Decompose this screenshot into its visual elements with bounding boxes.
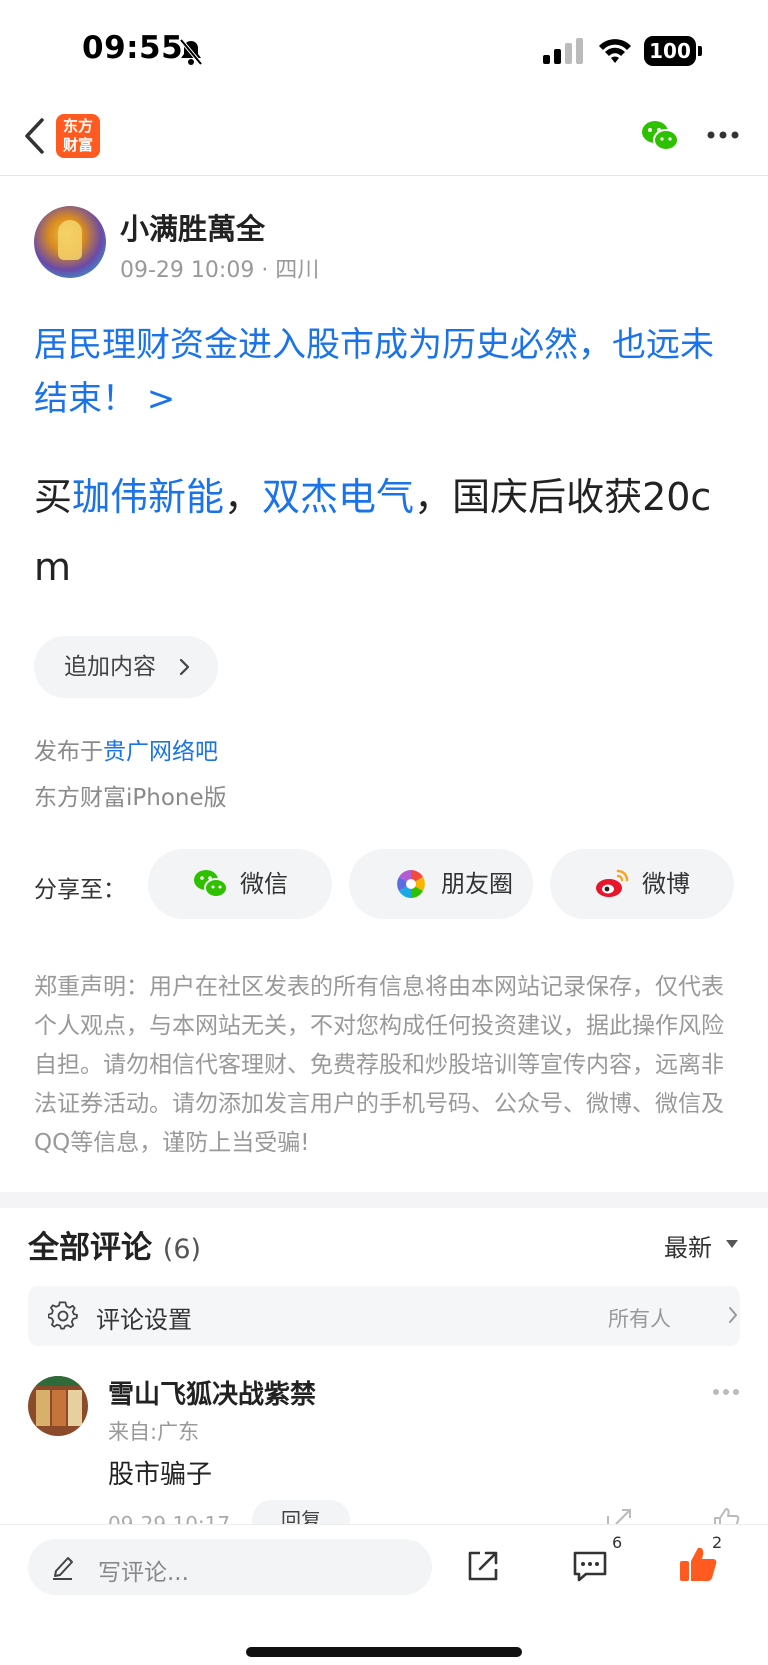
comment-more-icon[interactable] [712,1388,740,1396]
share-label: 分享至： [34,877,126,903]
author-name[interactable]: 小满胜萬全 [120,206,265,248]
moments-icon [397,870,425,898]
share-moments-button[interactable]: 朋友圈 [349,849,533,919]
comment-count-badge: 6 [612,1533,623,1552]
share-icon[interactable] [466,1549,500,1583]
share-wechat-button[interactable]: 微信 [148,849,332,919]
home-indicator[interactable] [246,1647,522,1657]
stock-link-1[interactable]: 珈伟新能 [72,475,224,519]
share-weibo-label: 微博 [642,870,690,898]
post-body-prefix: 买 [34,475,73,519]
wechat-icon [194,870,228,898]
write-comment-placeholder: 写评论... [98,1560,189,1586]
bottom-bar: 写评论... 6 2 [0,1524,768,1665]
comment-text: 股市骗子 [108,1460,213,1490]
comments-count: (6) [162,1234,202,1265]
comment-icon[interactable] [572,1549,608,1583]
commenter-location: 来自:广东 [108,1420,200,1444]
status-bar: 09:55 100 [0,0,768,100]
wechat-share-icon[interactable] [640,118,680,154]
device-source: 东方财富iPhone版 [34,785,227,811]
share-moments-label: 朋友圈 [441,870,513,898]
battery-icon: 100 [644,36,702,66]
more-options-icon[interactable] [706,130,740,140]
back-arrow-icon[interactable] [22,116,48,156]
nav-bar: 东方 财富 [0,100,768,176]
comments-title-label: 全部评论 [28,1230,152,1266]
commenter-avatar[interactable] [28,1376,88,1436]
pencil-icon [53,1557,73,1580]
comment-item: 雪山飞狐决战紫禁 来自:广东 股市骗子 09-29 10:17 回复 [0,1366,768,1540]
section-divider [0,1192,768,1208]
published-in: 发布于贵广网络吧 [34,732,218,766]
app-logo-line1: 东方 [62,117,93,135]
share-weibo-button[interactable]: 微博 [550,849,734,919]
battery-level: 100 [644,36,696,66]
status-time: 09:55 [82,30,184,66]
bell-muted-icon [179,38,203,66]
author-avatar[interactable] [34,206,106,278]
chevron-right-icon [729,1307,737,1323]
write-comment-input[interactable]: 写评论... [28,1539,432,1595]
comment-settings-row[interactable]: 评论设置 所有人 [28,1286,740,1346]
comment-settings-value: 所有人 [608,1307,671,1331]
weibo-icon [596,869,629,897]
caret-down-icon[interactable] [726,1240,738,1248]
app-logo-line2: 财富 [62,136,93,154]
related-article-link[interactable]: 居民理财资金进入股市成为历史必然，也远未结束！ > [34,318,740,426]
post-body: 买珈伟新能，双杰电气，国庆后收获20cm [34,462,740,602]
share-wechat-label: 微信 [240,870,288,898]
cellular-signal-icon [543,38,583,64]
wifi-icon [599,39,631,63]
app-logo: 东方 财富 [56,114,100,158]
comments-title: 全部评论 (6) [28,1222,201,1267]
bar-link[interactable]: 贵广网络吧 [103,739,218,765]
stock-link-2[interactable]: 双杰电气 [262,475,414,519]
gear-icon [48,1301,78,1330]
append-content-button[interactable]: 追加内容 [34,636,218,698]
commenter-name[interactable]: 雪山飞狐决战紫禁 [108,1374,316,1411]
comments-sort-dropdown[interactable]: 最新 [664,1228,712,1263]
append-content-label: 追加内容 [64,654,156,680]
published-in-prefix: 发布于 [34,739,103,765]
chevron-right-icon [179,658,190,676]
disclaimer-text: 郑重声明：用户在社区发表的所有信息将由本网站记录保存，仅代表个人观点，与本网站无… [34,974,724,1156]
like-count-badge: 2 [712,1533,723,1552]
post-body-sep: ， [224,475,263,519]
post-meta: 09-29 10:09 · 四川 [120,258,320,283]
comment-settings-label: 评论设置 [96,1306,192,1334]
